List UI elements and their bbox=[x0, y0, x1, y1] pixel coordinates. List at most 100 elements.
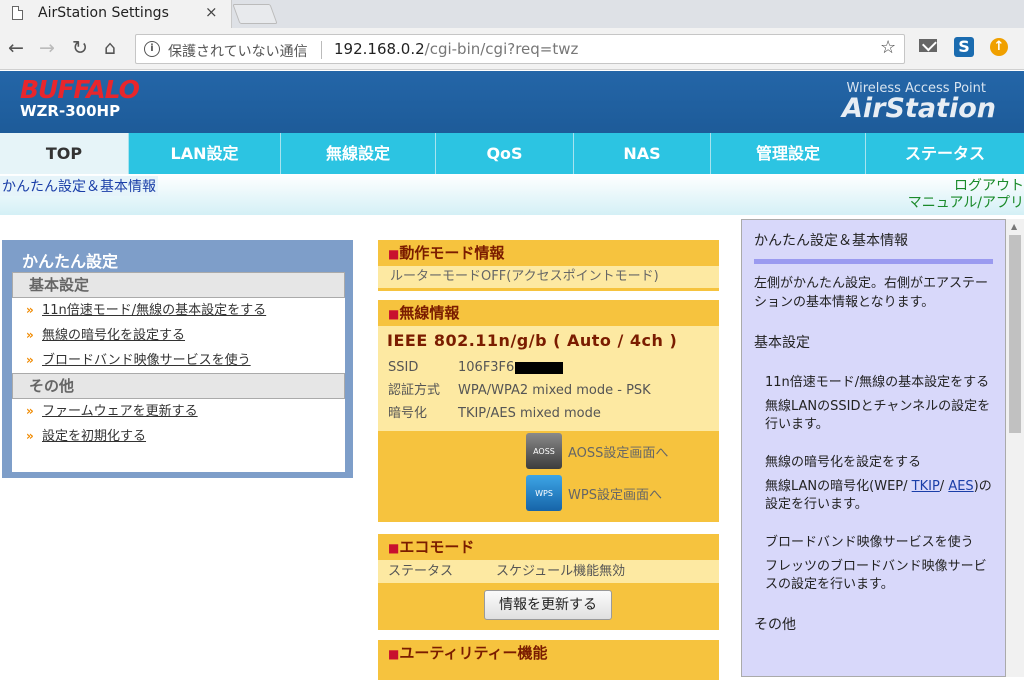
panel-title-text: エコモード bbox=[399, 538, 475, 556]
panel-title-text: 無線情報 bbox=[399, 304, 460, 322]
product-logo: AirStation bbox=[842, 93, 996, 124]
link-label[interactable]: 無線の暗号化を設定する bbox=[42, 328, 185, 343]
help-item-desc: 無線LANの暗号化(WEP/ TKIP/ AES)の設定を行います。 bbox=[765, 478, 993, 514]
address-bar[interactable]: i 保護されていない通信 192.168.0.2/cgi-bin/cgi?req… bbox=[135, 34, 905, 64]
help-divider bbox=[754, 259, 993, 264]
arrow-icon: » bbox=[26, 404, 34, 418]
help-item: 無線の暗号化を設定をする 無線LANの暗号化(WEP/ TKIP/ AES)の設… bbox=[754, 454, 993, 514]
scroll-up-icon[interactable]: ▲ bbox=[1011, 222, 1017, 231]
link-label[interactable]: ファームウェアを更新する bbox=[42, 404, 198, 419]
quick-setup-panel: かんたん設定 基本設定 » 11n倍速モード/無線の基本設定をする » 無線の暗号化… bbox=[2, 240, 353, 478]
aoss-button[interactable]: AOSS AOSS設定画面へ bbox=[526, 431, 668, 471]
setup-buttons: AOSS AOSS設定画面へ WPS WPS設定画面へ bbox=[526, 431, 668, 515]
operation-mode-title: ■動作モード情報 bbox=[378, 240, 719, 266]
submenu-bar: かんたん設定＆基本情報 ログアウト マニュアル/アプリ bbox=[0, 174, 1024, 215]
help-item-desc: フレッツのブロードバンド映像サービスの設定を行います。 bbox=[765, 559, 987, 592]
auth-row: 認証方式 WPA/WPA2 mixed mode - PSK bbox=[378, 379, 719, 402]
menu-lan[interactable]: LAN設定 bbox=[128, 133, 280, 174]
ssid-row: SSID 106F3F6 bbox=[378, 356, 719, 379]
reload-icon[interactable]: ↻ bbox=[72, 37, 88, 59]
link-broadband-video[interactable]: » ブロードバンド映像サービスを使う bbox=[12, 348, 345, 373]
back-icon[interactable]: ← bbox=[8, 37, 24, 59]
link-11n-basic[interactable]: » 11n倍速モード/無線の基本設定をする bbox=[12, 298, 345, 323]
help-item-desc: 無線LANのSSIDとチャンネルの設定を行います。 bbox=[765, 399, 991, 432]
new-tab-button[interactable] bbox=[232, 4, 278, 24]
encryption-value: TKIP/AES mixed mode bbox=[458, 406, 601, 421]
link-label[interactable]: 11n倍速モード/無線の基本設定をする bbox=[42, 303, 266, 318]
aes-link[interactable]: AES bbox=[948, 479, 973, 494]
help-item-title: 無線の暗号化を設定をする bbox=[765, 455, 922, 470]
link-label[interactable]: 設定を初期化する bbox=[42, 429, 146, 444]
wireless-info-title: ■無線情報 bbox=[378, 300, 719, 326]
browser-toolbar: ← → ↻ ⌂ i 保護されていない通信 192.168.0.2/cgi-bin… bbox=[0, 28, 1024, 70]
menu-wireless[interactable]: 無線設定 bbox=[280, 133, 435, 174]
utility-title: ■ユーティリティー機能 bbox=[378, 640, 719, 666]
help-intro: 左側がかんたん設定。右側がエアステーションの基本情報となります。 bbox=[754, 276, 989, 310]
main-menu: TOP LAN設定 無線設定 QoS NAS 管理設定 ステータス bbox=[0, 133, 1024, 174]
help-item-title: ブロードバンド映像サービスを使う bbox=[765, 535, 974, 550]
model-name: WZR-300HP bbox=[20, 102, 121, 120]
menu-admin[interactable]: 管理設定 bbox=[710, 133, 865, 174]
home-icon[interactable]: ⌂ bbox=[104, 37, 116, 59]
bookmark-star-icon[interactable]: ☆ bbox=[880, 37, 896, 58]
browser-tab[interactable]: AirStation Settings × bbox=[0, 0, 232, 28]
wireless-standard: IEEE 802.11n/g/b ( Auto / 4ch ) bbox=[378, 326, 719, 356]
aoss-icon[interactable]: AOSS bbox=[526, 433, 562, 469]
s-extension-icon[interactable]: S bbox=[954, 37, 974, 57]
manual-link[interactable]: マニュアル/アプリ bbox=[908, 192, 1024, 212]
operation-mode-panel: ■動作モード情報 ルーターモードOFF(アクセスポイントモード) bbox=[378, 240, 719, 291]
menu-status[interactable]: ステータス bbox=[865, 133, 1024, 174]
operation-mode-value: ルーターモードOFF(アクセスポイントモード) bbox=[378, 266, 719, 288]
wps-icon[interactable]: WPS bbox=[526, 475, 562, 511]
ssid-value: 106F3F6 bbox=[458, 360, 515, 375]
auth-value: WPA/WPA2 mixed mode - PSK bbox=[458, 383, 651, 398]
security-label: 保護されていない通信 bbox=[168, 44, 308, 60]
other-heading: その他 bbox=[12, 373, 345, 399]
encryption-label: 暗号化 bbox=[388, 406, 428, 421]
update-extension-icon[interactable]: ↑ bbox=[990, 38, 1008, 56]
submenu-current[interactable]: かんたん設定＆基本情報 bbox=[0, 176, 158, 196]
square-icon: ■ bbox=[388, 541, 400, 555]
arrow-icon: » bbox=[26, 328, 34, 342]
help-item: 11n倍速モード/無線の基本設定をする 無線LANのSSIDとチャンネルの設定を… bbox=[754, 374, 993, 434]
link-label[interactable]: ブロードバンド映像サービスを使う bbox=[42, 353, 251, 368]
wps-label[interactable]: WPS設定画面へ bbox=[568, 484, 662, 503]
help-desc-text: 無線LANの暗号化(WEP/ bbox=[765, 479, 912, 494]
page-icon bbox=[12, 6, 23, 20]
eco-status-row: ステータス スケジュール機能無効 bbox=[378, 560, 719, 583]
eco-mode-title: ■エコモード bbox=[378, 534, 719, 560]
refresh-info-button[interactable]: 情報を更新する bbox=[484, 590, 612, 620]
auth-label: 認証方式 bbox=[388, 383, 441, 398]
menu-top[interactable]: TOP bbox=[0, 133, 128, 174]
scrollbar-thumb[interactable] bbox=[1009, 235, 1021, 433]
brand-logo: BUFFALO bbox=[20, 75, 140, 104]
eco-status-value: スケジュール機能無効 bbox=[496, 564, 626, 579]
tkip-link[interactable]: TKIP bbox=[912, 479, 940, 494]
help-other-heading: その他 bbox=[754, 617, 796, 633]
info-icon[interactable]: i bbox=[144, 41, 160, 57]
forward-icon[interactable]: → bbox=[39, 37, 55, 59]
aoss-label[interactable]: AOSS設定画面へ bbox=[568, 442, 668, 461]
router-header: BUFFALO WZR-300HP Wireless Access Point … bbox=[0, 71, 1024, 133]
wireless-info-panel: ■無線情報 IEEE 802.11n/g/b ( Auto / 4ch ) SS… bbox=[378, 300, 719, 522]
encryption-row: 暗号化 TKIP/AES mixed mode bbox=[378, 402, 719, 425]
scrollbar[interactable]: ▲ bbox=[1006, 219, 1024, 677]
menu-nas[interactable]: NAS bbox=[573, 133, 710, 174]
menu-qos[interactable]: QoS bbox=[435, 133, 573, 174]
url-text[interactable]: 192.168.0.2/cgi-bin/cgi?req=twz bbox=[334, 40, 578, 58]
mail-extension-icon[interactable] bbox=[919, 39, 937, 52]
help-basic-heading: 基本設定 bbox=[754, 335, 810, 351]
help-item-title: 11n倍速モード/無線の基本設定をする bbox=[765, 375, 990, 390]
utility-panel: ■ユーティリティー機能 bbox=[378, 640, 719, 680]
help-title: かんたん設定＆基本情報 bbox=[754, 233, 908, 249]
wps-button[interactable]: WPS WPS設定画面へ bbox=[526, 473, 668, 513]
tab-close-icon[interactable]: × bbox=[205, 3, 218, 21]
square-icon: ■ bbox=[388, 307, 400, 321]
link-firmware-update[interactable]: » ファームウェアを更新する bbox=[12, 399, 345, 424]
link-factory-reset[interactable]: » 設定を初期化する bbox=[12, 424, 345, 449]
link-encryption[interactable]: » 無線の暗号化を設定する bbox=[12, 323, 345, 348]
eco-status-label: ステータス bbox=[388, 564, 454, 579]
browser-tab-bar: AirStation Settings × bbox=[0, 0, 1024, 28]
eco-mode-panel: ■エコモード ステータス スケジュール機能無効 情報を更新する bbox=[378, 534, 719, 630]
help-item: ブロードバンド映像サービスを使う フレッツのブロードバンド映像サービスの設定を行… bbox=[754, 534, 993, 594]
